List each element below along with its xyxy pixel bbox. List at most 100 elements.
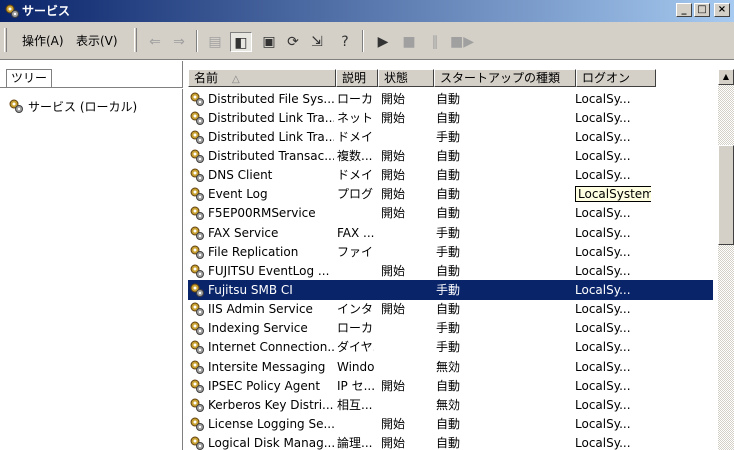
service-gear-icon	[190, 283, 204, 297]
show-hide-tree-icon[interactable]: ◧	[230, 32, 252, 52]
properties-icon[interactable]: ▣	[258, 32, 280, 52]
service-startup-type: 自動	[436, 91, 461, 106]
service-description: ドメイ...	[337, 168, 374, 183]
service-logon-value: LocalSy...	[575, 436, 631, 450]
service-row[interactable]: License Logging Se... 開始 自動 LocalSy...	[188, 414, 713, 433]
service-row[interactable]: DNS Client ドメイ... 開始 自動 LocalSy...	[188, 166, 713, 185]
service-name: Distributed File Sys...	[208, 91, 334, 106]
service-description: ドメイ...	[337, 129, 374, 144]
service-startup-type: 無効	[436, 359, 461, 374]
service-name: License Logging Se...	[208, 416, 334, 431]
service-name: Intersite Messaging	[208, 359, 326, 374]
tab-tree[interactable]: ツリー	[6, 69, 52, 87]
service-name: FUJITSU EventLog ...	[208, 263, 330, 278]
scroll-thumb[interactable]	[718, 145, 734, 245]
service-row[interactable]: File Replication ファイ... 手動 LocalSy...	[188, 242, 713, 261]
close-button[interactable]: ×	[714, 3, 730, 17]
toolbar-separator	[196, 30, 198, 52]
service-row[interactable]: F5EP00RMService 開始 自動 LocalSy...	[188, 204, 713, 223]
service-logon-value: LocalSy...	[575, 110, 631, 125]
service-description: IP セ...	[337, 378, 374, 393]
service-logon-value: LocalSy...	[575, 359, 631, 374]
up-folder-icon[interactable]: ▤	[204, 32, 226, 52]
service-logon-value: LocalSy...	[575, 206, 631, 221]
window-controls: _ □ ×	[676, 3, 730, 17]
service-startup-type: 自動	[436, 187, 461, 202]
pause-service-icon[interactable]: ∥	[424, 32, 446, 52]
service-startup-type: 自動	[436, 378, 461, 393]
service-name: File Replication	[208, 244, 299, 259]
column-header-status[interactable]: 状態	[378, 69, 434, 87]
service-row[interactable]: FAX Service FAX ... 手動 LocalSy...	[188, 223, 713, 242]
service-row[interactable]: Distributed Link Tra...ネット... 開始 自動 LocalSy…	[188, 108, 713, 127]
service-description: ファイ...	[337, 244, 374, 259]
service-row[interactable]: Logical Disk Manag... 論理... 開始 自動 LocalSy...	[188, 434, 713, 450]
column-header-name[interactable]: 名前 △	[188, 69, 336, 87]
service-row[interactable]: Intersite Messaging Windo... 無効 LocalSy...	[188, 357, 713, 376]
service-name: IPSEC Policy Agent	[208, 378, 321, 393]
column-header-description[interactable]: 説明	[336, 69, 378, 87]
service-row[interactable]: Distributed File Sys...ローカ... 開始 自動 LocalSy…	[188, 89, 713, 108]
service-logon: LocalSystem	[571, 186, 651, 203]
column-header-startup-type[interactable]: スタートアップの種類	[434, 69, 576, 87]
tree-panel: ツリー サービス (ローカル)	[0, 61, 183, 450]
service-description: Windo...	[337, 359, 374, 374]
service-status: 開始	[381, 206, 406, 221]
service-gear-icon	[190, 245, 204, 259]
service-row[interactable]: FUJITSU EventLog ... 開始 自動 LocalSy...	[188, 261, 713, 280]
service-logon: LocalSy...	[571, 205, 651, 221]
scroll-up-button[interactable]: ▲	[718, 69, 734, 85]
service-row[interactable]: Fujitsu SMB CI 手動 LocalSy...	[188, 280, 713, 300]
service-startup-type: 無効	[436, 397, 461, 412]
service-row[interactable]: Distributed Transac... 複数... 開始 自動 LocalSy..…	[188, 146, 713, 165]
minimize-button[interactable]: _	[676, 3, 692, 17]
service-startup-type: 手動	[436, 129, 461, 144]
restart-service-icon[interactable]: ■▶	[450, 32, 474, 52]
toolbar-grip[interactable]	[4, 28, 7, 52]
service-name-cell: Distributed Link Tra...	[188, 129, 334, 145]
service-name: Distributed Link Tra...	[208, 129, 334, 144]
help-icon[interactable]: ?	[334, 32, 356, 52]
forward-icon[interactable]: ⇒	[168, 32, 190, 52]
service-logon: LocalSy...	[571, 416, 651, 432]
service-status: 開始	[381, 91, 406, 106]
refresh-icon[interactable]: ⟳	[282, 32, 304, 52]
service-row[interactable]: IIS Admin Service インタ... 開始 自動 LocalSy...	[188, 300, 713, 319]
service-name-cell: Internet Connection...	[188, 339, 334, 355]
service-row[interactable]: Kerberos Key Distri... 相互... 無効 LocalSy...	[188, 395, 713, 414]
tree-node-services-local[interactable]: サービス (ローカル)	[8, 97, 137, 115]
service-name-cell: Distributed File Sys...	[188, 91, 334, 107]
vertical-scrollbar[interactable]: ▲	[718, 69, 734, 450]
service-row[interactable]: Event Log プログ... 開始 自動 LocalSystem	[188, 185, 713, 204]
service-logon: LocalSy...	[571, 397, 651, 413]
service-logon-value: LocalSy...	[575, 397, 631, 412]
service-startup-type: 手動	[436, 244, 461, 259]
service-row[interactable]: IPSEC Policy Agent IP セ... 開始 自動 LocalSy...	[188, 376, 713, 395]
service-name: Event Log	[208, 187, 268, 202]
menu-view[interactable]: 表示(V)	[76, 33, 118, 49]
start-service-icon[interactable]: ▶	[372, 32, 394, 52]
stop-service-icon[interactable]: ■	[398, 32, 420, 52]
column-header-logon[interactable]: ログオン	[576, 69, 656, 87]
service-logon-value: LocalSystem	[575, 186, 651, 203]
service-name-cell: FUJITSU EventLog ...	[188, 263, 334, 279]
service-row[interactable]: Internet Connection...ダイヤ... 手動 LocalSy...	[188, 338, 713, 357]
maximize-button[interactable]: □	[694, 3, 710, 17]
service-status: 開始	[381, 263, 406, 278]
back-icon[interactable]: ⇐	[144, 32, 166, 52]
service-name-cell: Intersite Messaging	[188, 359, 334, 375]
service-startup-type: 手動	[436, 225, 461, 240]
service-name: FAX Service	[208, 225, 279, 240]
service-logon: LocalSy...	[571, 263, 651, 279]
menu-action[interactable]: 操作(A)	[22, 33, 64, 49]
service-logon: LocalSy...	[571, 320, 651, 336]
service-row[interactable]: Indexing Service ローカ... 手動 LocalSy...	[188, 319, 713, 338]
scroll-track[interactable]	[718, 85, 734, 450]
service-name-cell: IIS Admin Service	[188, 301, 334, 317]
service-name: Distributed Link Tra...	[208, 110, 334, 125]
service-row[interactable]: Distributed Link Tra...ドメイ... 手動 LocalSy..…	[188, 127, 713, 146]
service-startup-type: 自動	[436, 110, 461, 125]
toolbar-grip[interactable]	[134, 28, 137, 52]
export-list-icon[interactable]: ⇲	[306, 32, 328, 52]
service-name: F5EP00RMService	[208, 206, 316, 221]
